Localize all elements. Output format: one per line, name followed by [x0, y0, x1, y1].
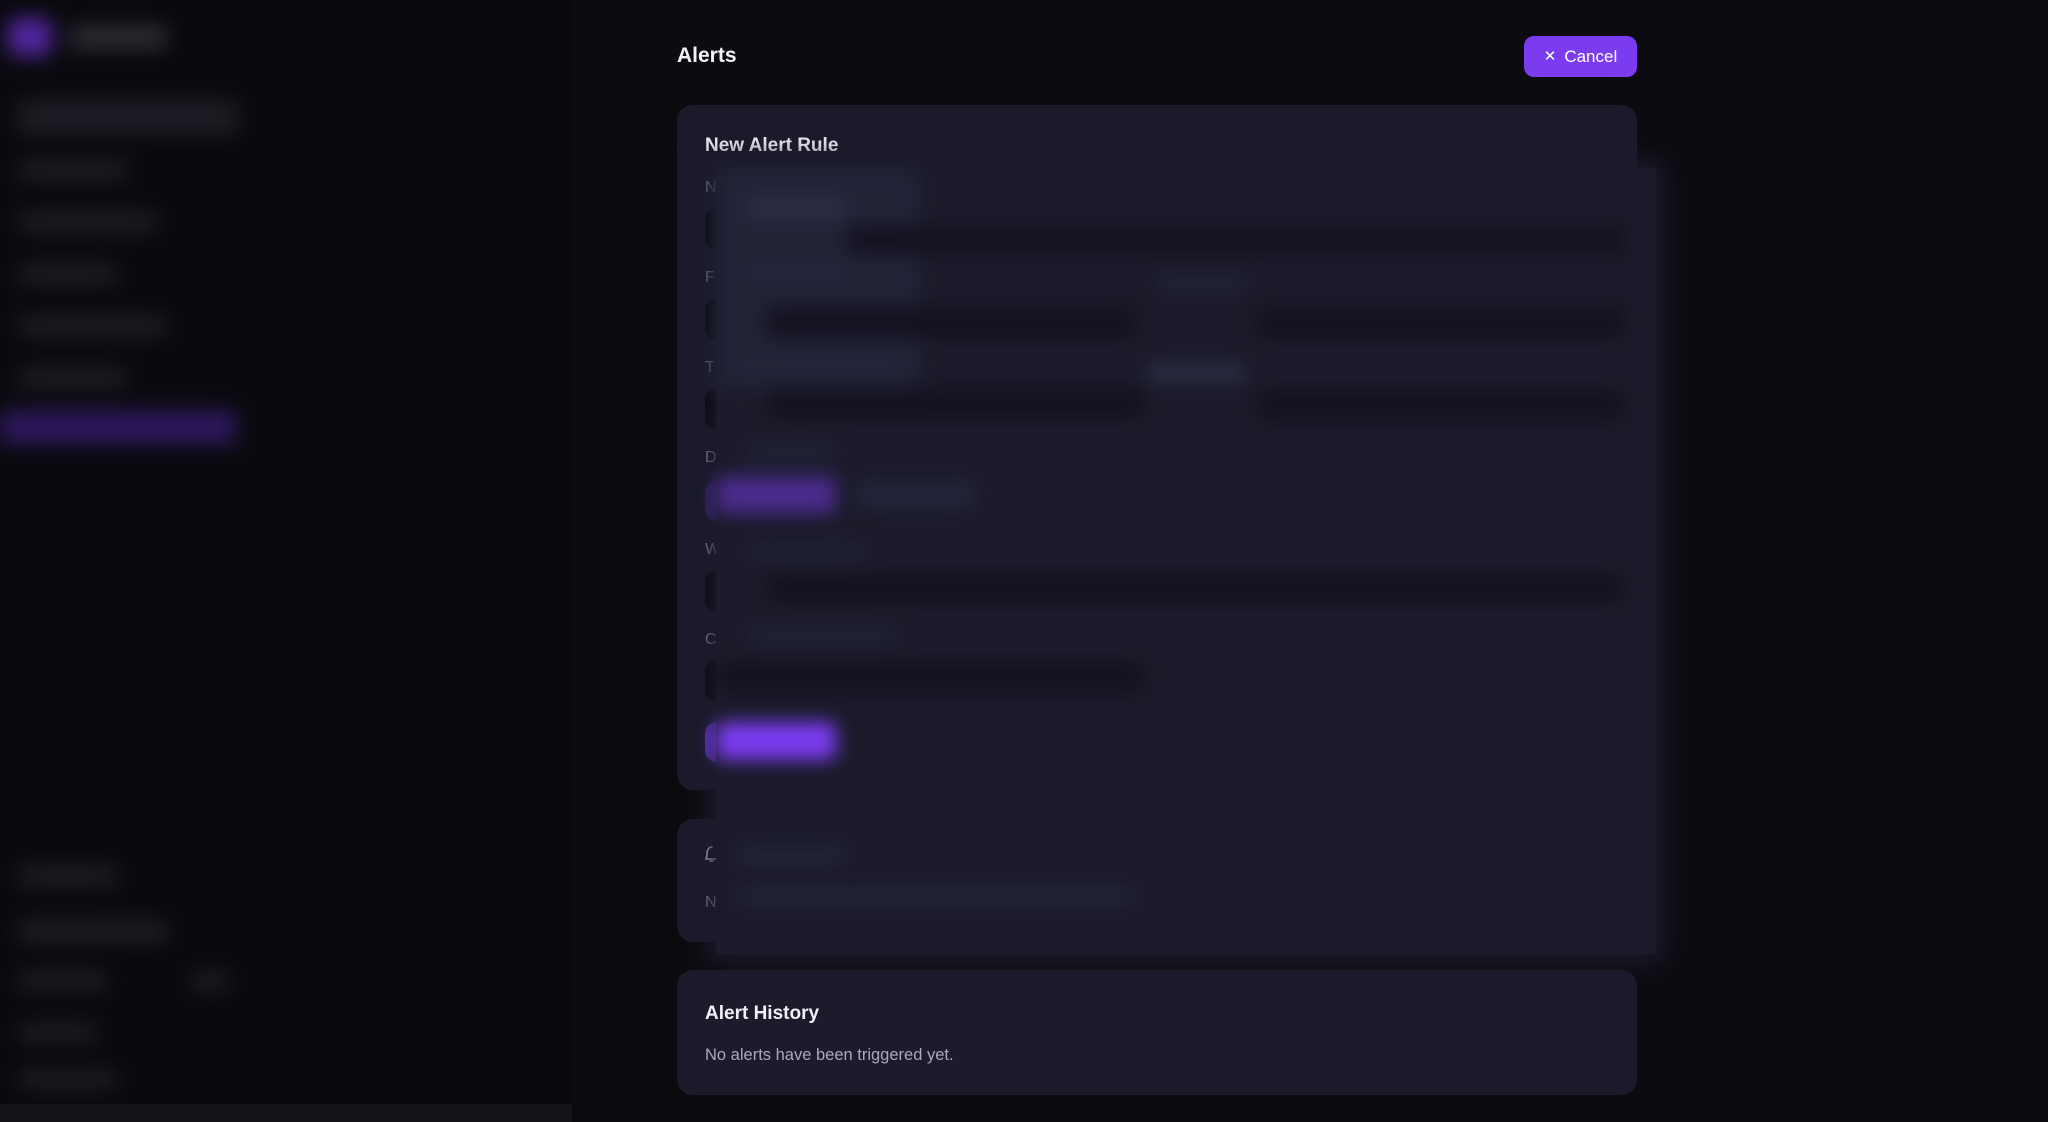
blurred-overlay-content — [716, 168, 1656, 954]
overlay-input — [766, 306, 1136, 338]
alert-history-empty-text: No alerts have been triggered yet. — [705, 1046, 954, 1064]
field-label-t: T — [705, 359, 715, 376]
cancel-button[interactable]: ✕ Cancel — [1524, 36, 1637, 77]
field-label-c: C — [705, 631, 717, 648]
blurred-overlay-panel — [716, 168, 1656, 954]
sidebar-footer-item[interactable] — [18, 920, 168, 942]
sidebar-footer-item[interactable] — [18, 972, 108, 990]
sidebar-footer-item[interactable] — [18, 866, 118, 886]
sidebar-footer-item[interactable] — [190, 972, 230, 990]
sidebar-item[interactable] — [18, 264, 118, 284]
overlay-line — [746, 544, 866, 558]
page-title: Alerts — [677, 44, 737, 67]
sidebar-item[interactable] — [18, 212, 158, 232]
overlay-line — [746, 200, 846, 216]
alert-history-card: Alert History No alerts have been trigge… — [677, 970, 1637, 1095]
field-label-name: N — [705, 179, 717, 196]
sidebar-blurred-content — [0, 0, 572, 1122]
overlay-input — [766, 574, 1626, 602]
field-label-d: D — [705, 449, 717, 466]
sidebar-item-active[interactable] — [0, 410, 236, 444]
rules-empty-text: N — [705, 894, 717, 911]
sidebar-item[interactable] — [18, 100, 238, 134]
overlay-input — [1256, 306, 1626, 338]
overlay-line — [746, 266, 846, 280]
overlay-line — [746, 444, 836, 458]
sidebar-item[interactable] — [18, 160, 128, 180]
overlay-input — [716, 662, 1146, 692]
overlay-input — [766, 388, 1146, 418]
sidebar-footer-item[interactable] — [18, 1024, 98, 1042]
overlay-input — [846, 226, 1626, 254]
sidebar-item[interactable] — [18, 316, 168, 336]
overlay-line — [736, 844, 846, 864]
sidebar — [0, 0, 572, 1122]
overlay-line — [1146, 364, 1246, 382]
new-alert-rule-title: New Alert Rule — [705, 135, 839, 156]
sidebar-item[interactable] — [18, 368, 128, 388]
sidebar-bottom-strip — [0, 1104, 572, 1122]
overlay-line — [1156, 274, 1246, 290]
field-label-f: F — [705, 269, 715, 286]
overlay-input — [1256, 390, 1626, 420]
app-logo-icon — [8, 18, 52, 56]
cancel-button-label: Cancel — [1564, 46, 1618, 66]
overlay-line — [746, 358, 896, 372]
sidebar-footer-item[interactable] — [18, 1070, 118, 1088]
app-logo-text — [70, 26, 166, 48]
overlay-button — [716, 722, 836, 760]
close-icon: ✕ — [1543, 48, 1557, 65]
alert-history-title: Alert History — [705, 1003, 820, 1024]
overlay-pill — [856, 480, 976, 510]
overlay-line — [736, 888, 1136, 904]
overlay-pill — [716, 476, 836, 514]
overlay-line — [746, 628, 896, 642]
